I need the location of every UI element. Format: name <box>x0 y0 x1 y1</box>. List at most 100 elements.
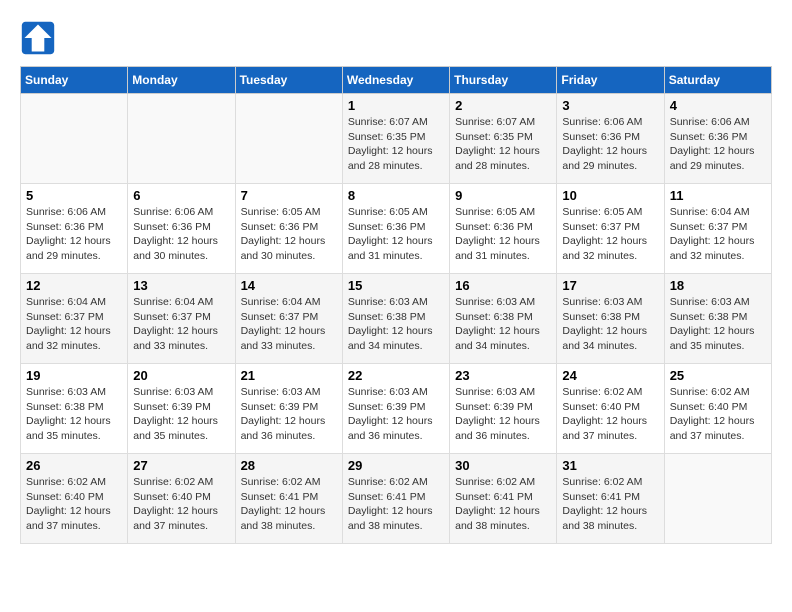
day-number: 28 <box>241 458 337 473</box>
day-number: 17 <box>562 278 658 293</box>
calendar-cell: 3 Sunrise: 6:06 AM Sunset: 6:36 PM Daylig… <box>557 94 664 184</box>
calendar-cell: 14 Sunrise: 6:04 AM Sunset: 6:37 PM Dayli… <box>235 274 342 364</box>
day-info: Sunrise: 6:06 AM Sunset: 6:36 PM Dayligh… <box>26 205 122 264</box>
day-info: Sunrise: 6:06 AM Sunset: 6:36 PM Dayligh… <box>670 115 766 174</box>
weekday-header-monday: Monday <box>128 67 235 94</box>
day-info: Sunrise: 6:02 AM Sunset: 6:40 PM Dayligh… <box>26 475 122 534</box>
day-info: Sunrise: 6:04 AM Sunset: 6:37 PM Dayligh… <box>26 295 122 354</box>
calendar-table: SundayMondayTuesdayWednesdayThursdayFrid… <box>20 66 772 544</box>
day-number: 20 <box>133 368 229 383</box>
calendar-week-row: 1 Sunrise: 6:07 AM Sunset: 6:35 PM Daylig… <box>21 94 772 184</box>
day-info: Sunrise: 6:05 AM Sunset: 6:36 PM Dayligh… <box>348 205 444 264</box>
day-info: Sunrise: 6:02 AM Sunset: 6:41 PM Dayligh… <box>241 475 337 534</box>
calendar-cell: 23Sunrise: 6:03 AM Sunset: 6:39 PM Dayli… <box>450 364 557 454</box>
day-info: Sunrise: 6:04 AM Sunset: 6:37 PM Dayligh… <box>241 295 337 354</box>
day-number: 11 <box>670 188 766 203</box>
day-info: Sunrise: 6:07 AM Sunset: 6:35 PM Dayligh… <box>455 115 551 174</box>
day-number: 5 <box>26 188 122 203</box>
calendar-week-row: 19 Sunrise: 6:03 AM Sunset: 6:38 PM Dayli… <box>21 364 772 454</box>
calendar-cell: 7 Sunrise: 6:05 AM Sunset: 6:36 PM Daylig… <box>235 184 342 274</box>
day-number: 9 <box>455 188 551 203</box>
day-info: Sunrise: 6:03 AM Sunset: 6:38 PM Dayligh… <box>670 295 766 354</box>
calendar-cell: 17 Sunrise: 6:03 AM Sunset: 6:38 PM Dayli… <box>557 274 664 364</box>
day-number: 2 <box>455 98 551 113</box>
day-number: 4 <box>670 98 766 113</box>
calendar-cell: 9 Sunrise: 6:05 AM Sunset: 6:36 PM Daylig… <box>450 184 557 274</box>
calendar-cell: 10Sunrise: 6:05 AM Sunset: 6:37 PM Dayli… <box>557 184 664 274</box>
calendar-body: 1 Sunrise: 6:07 AM Sunset: 6:35 PM Daylig… <box>21 94 772 544</box>
calendar-cell: 24 Sunrise: 6:02 AM Sunset: 6:40 PM Dayli… <box>557 364 664 454</box>
calendar-cell <box>235 94 342 184</box>
calendar-cell: 8 Sunrise: 6:05 AM Sunset: 6:36 PM Daylig… <box>342 184 449 274</box>
day-number: 31 <box>562 458 658 473</box>
weekday-header-tuesday: Tuesday <box>235 67 342 94</box>
calendar-week-row: 5 Sunrise: 6:06 AM Sunset: 6:36 PM Daylig… <box>21 184 772 274</box>
day-info: Sunrise: 6:02 AM Sunset: 6:40 PM Dayligh… <box>562 385 658 444</box>
day-number: 15 <box>348 278 444 293</box>
calendar-cell: 20 Sunrise: 6:03 AM Sunset: 6:39 PM Dayli… <box>128 364 235 454</box>
calendar-header: SundayMondayTuesdayWednesdayThursdayFrid… <box>21 67 772 94</box>
calendar-cell: 31Sunrise: 6:02 AM Sunset: 6:41 PM Dayli… <box>557 454 664 544</box>
day-info: Sunrise: 6:03 AM Sunset: 6:39 PM Dayligh… <box>241 385 337 444</box>
day-info: Sunrise: 6:03 AM Sunset: 6:38 PM Dayligh… <box>26 385 122 444</box>
calendar-cell: 13 Sunrise: 6:04 AM Sunset: 6:37 PM Dayli… <box>128 274 235 364</box>
day-number: 26 <box>26 458 122 473</box>
calendar-cell: 4 Sunrise: 6:06 AM Sunset: 6:36 PM Daylig… <box>664 94 771 184</box>
calendar-cell: 29 Sunrise: 6:02 AM Sunset: 6:41 PM Dayli… <box>342 454 449 544</box>
day-info: Sunrise: 6:06 AM Sunset: 6:36 PM Dayligh… <box>562 115 658 174</box>
calendar-cell: 26 Sunrise: 6:02 AM Sunset: 6:40 PM Dayli… <box>21 454 128 544</box>
day-info: Sunrise: 6:02 AM Sunset: 6:40 PM Dayligh… <box>670 385 766 444</box>
weekday-header-wednesday: Wednesday <box>342 67 449 94</box>
weekday-header-friday: Friday <box>557 67 664 94</box>
day-number: 8 <box>348 188 444 203</box>
day-number: 25 <box>670 368 766 383</box>
day-number: 27 <box>133 458 229 473</box>
calendar-cell: 15 Sunrise: 6:03 AM Sunset: 6:38 PM Dayli… <box>342 274 449 364</box>
day-number: 24 <box>562 368 658 383</box>
day-info: Sunrise: 6:03 AM Sunset: 6:38 PM Dayligh… <box>455 295 551 354</box>
day-number: 14 <box>241 278 337 293</box>
weekday-header-saturday: Saturday <box>664 67 771 94</box>
day-number: 16 <box>455 278 551 293</box>
day-info: Sunrise: 6:03 AM Sunset: 6:39 PM Dayligh… <box>133 385 229 444</box>
day-info: Sunrise: 6:02 AM Sunset: 6:40 PM Dayligh… <box>133 475 229 534</box>
calendar-cell: 27 Sunrise: 6:02 AM Sunset: 6:40 PM Dayli… <box>128 454 235 544</box>
weekday-header-row: SundayMondayTuesdayWednesdayThursdayFrid… <box>21 67 772 94</box>
calendar-cell: 11Sunrise: 6:04 AM Sunset: 6:37 PM Dayli… <box>664 184 771 274</box>
day-number: 7 <box>241 188 337 203</box>
day-number: 3 <box>562 98 658 113</box>
day-number: 1 <box>348 98 444 113</box>
day-info: Sunrise: 6:03 AM Sunset: 6:38 PM Dayligh… <box>348 295 444 354</box>
calendar-cell: 25 Sunrise: 6:02 AM Sunset: 6:40 PM Dayli… <box>664 364 771 454</box>
calendar-cell: 16 Sunrise: 6:03 AM Sunset: 6:38 PM Dayli… <box>450 274 557 364</box>
day-info: Sunrise: 6:03 AM Sunset: 6:39 PM Dayligh… <box>455 385 551 444</box>
day-number: 21 <box>241 368 337 383</box>
day-number: 19 <box>26 368 122 383</box>
logo <box>20 20 60 56</box>
calendar-cell: 21 Sunrise: 6:03 AM Sunset: 6:39 PM Dayli… <box>235 364 342 454</box>
day-info: Sunrise: 6:03 AM Sunset: 6:39 PM Dayligh… <box>348 385 444 444</box>
day-number: 29 <box>348 458 444 473</box>
day-number: 30 <box>455 458 551 473</box>
day-number: 12 <box>26 278 122 293</box>
calendar-cell: 22 Sunrise: 6:03 AM Sunset: 6:39 PM Dayli… <box>342 364 449 454</box>
calendar-week-row: 12 Sunrise: 6:04 AM Sunset: 6:37 PM Dayli… <box>21 274 772 364</box>
weekday-header-sunday: Sunday <box>21 67 128 94</box>
day-info: Sunrise: 6:02 AM Sunset: 6:41 PM Dayligh… <box>348 475 444 534</box>
calendar-cell: 18 Sunrise: 6:03 AM Sunset: 6:38 PM Dayli… <box>664 274 771 364</box>
calendar-cell: 28 Sunrise: 6:02 AM Sunset: 6:41 PM Dayli… <box>235 454 342 544</box>
weekday-header-thursday: Thursday <box>450 67 557 94</box>
day-number: 22 <box>348 368 444 383</box>
day-number: 18 <box>670 278 766 293</box>
calendar-cell <box>21 94 128 184</box>
day-info: Sunrise: 6:05 AM Sunset: 6:36 PM Dayligh… <box>241 205 337 264</box>
day-info: Sunrise: 6:07 AM Sunset: 6:35 PM Dayligh… <box>348 115 444 174</box>
calendar-cell: 2 Sunrise: 6:07 AM Sunset: 6:35 PM Daylig… <box>450 94 557 184</box>
day-info: Sunrise: 6:04 AM Sunset: 6:37 PM Dayligh… <box>133 295 229 354</box>
calendar-cell: 30Sunrise: 6:02 AM Sunset: 6:41 PM Dayli… <box>450 454 557 544</box>
day-info: Sunrise: 6:03 AM Sunset: 6:38 PM Dayligh… <box>562 295 658 354</box>
calendar-cell: 5 Sunrise: 6:06 AM Sunset: 6:36 PM Daylig… <box>21 184 128 274</box>
calendar-cell: 1 Sunrise: 6:07 AM Sunset: 6:35 PM Daylig… <box>342 94 449 184</box>
day-number: 13 <box>133 278 229 293</box>
day-info: Sunrise: 6:05 AM Sunset: 6:36 PM Dayligh… <box>455 205 551 264</box>
